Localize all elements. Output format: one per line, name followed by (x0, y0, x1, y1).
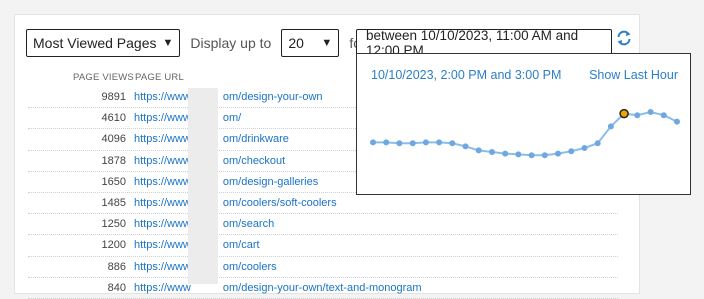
url-end: om/cart (222, 239, 260, 252)
page-url-header[interactable]: PAGE URL (135, 72, 184, 83)
url-start: https://www (134, 133, 191, 146)
url-end: om/drinkware (222, 133, 289, 146)
url-end: om/coolers/soft-coolers (222, 196, 337, 209)
redaction-block (188, 88, 218, 284)
data-point[interactable] (555, 150, 561, 157)
url-end: om/coolers (222, 260, 277, 273)
data-point[interactable] (409, 140, 416, 147)
chevron-down-icon: ▼ (321, 36, 333, 49)
hourly-trend-popup: 10/10/2023, 2:00 PM and 3:00 PM Show Las… (356, 53, 691, 195)
data-point[interactable] (660, 112, 667, 119)
data-point[interactable] (502, 150, 509, 157)
page-views-value: 1878 (101, 154, 126, 167)
table-row: 1250 https://www om/search (28, 214, 618, 236)
page-url-link[interactable]: https://www om/design-your-own/text-and-m… (134, 278, 422, 298)
data-point[interactable] (528, 152, 535, 159)
data-point[interactable] (568, 148, 575, 155)
page-views-value: 9891 (101, 91, 126, 103)
report-type-value: Most Viewed Pages (33, 35, 157, 51)
display-up-to-label: Display up to (190, 35, 272, 51)
data-point[interactable] (475, 147, 482, 154)
url-start: https://www (134, 260, 191, 273)
count-select[interactable]: 20 ▼ (281, 29, 340, 57)
data-point[interactable] (489, 149, 495, 155)
data-point[interactable] (396, 140, 403, 147)
hourly-trend-sparkline (370, 108, 680, 159)
page-url-link[interactable]: https://www om/design-your-own (134, 87, 323, 107)
page-views-value: 4096 (101, 133, 126, 146)
chevron-down-icon: ▼ (162, 36, 174, 49)
url-end: om/design-your-own/text-and-monogram (222, 281, 422, 294)
url-end: om/ (222, 112, 242, 125)
url-start: https://www (134, 154, 191, 167)
highlighted-point[interactable] (619, 108, 629, 119)
page-views-value: 1485 (101, 196, 126, 209)
refresh-icon[interactable] (615, 29, 633, 47)
url-start: https://www (134, 91, 191, 103)
page-url-link[interactable]: https://www om/coolers/soft-coolers (134, 193, 337, 213)
page-views-value: 1250 (101, 218, 126, 231)
url-end: om/design-your-own (222, 91, 323, 103)
table-row: 1200 https://www om/cart (28, 235, 618, 257)
page-views-value: 4610 (101, 112, 126, 125)
page-views-header[interactable]: PAGE VIEWS (73, 72, 134, 83)
page-views-value: 1200 (101, 239, 126, 252)
data-point[interactable] (634, 112, 641, 119)
url-start: https://www (134, 196, 191, 209)
page-url-link[interactable]: https://www om/design-galleries (134, 172, 318, 192)
table-row: 1485 https://www om/coolers/soft-coolers (28, 193, 618, 215)
data-point[interactable] (383, 139, 390, 146)
data-point[interactable] (541, 152, 548, 159)
url-start: https://www (134, 112, 191, 125)
table-row: 886 https://www om/coolers (28, 257, 618, 278)
report-type-select[interactable]: Most Viewed Pages ▼ (26, 29, 181, 57)
data-point[interactable] (462, 143, 469, 150)
data-point[interactable] (607, 123, 614, 130)
url-start: https://www (134, 281, 191, 294)
page-views-value: 886 (107, 260, 126, 273)
data-point[interactable] (449, 140, 456, 147)
data-point[interactable] (515, 151, 522, 158)
data-point[interactable] (422, 139, 429, 146)
url-end: om/search (222, 218, 275, 231)
data-point[interactable] (674, 118, 680, 125)
data-point[interactable] (370, 139, 376, 146)
url-end: om/design-galleries (222, 175, 319, 188)
count-value: 20 (288, 35, 304, 51)
table-row: 840 https://www om/design-your-own/text-a… (28, 278, 618, 299)
url-start: https://www (134, 175, 191, 188)
data-point[interactable] (581, 145, 588, 151)
data-point[interactable] (647, 109, 654, 115)
url-end: om/checkout (222, 154, 286, 167)
trend-line (373, 110, 678, 157)
url-start: https://www (134, 218, 191, 231)
data-point[interactable] (436, 139, 443, 146)
url-start: https://www (134, 239, 191, 252)
page-views-value: 1650 (101, 175, 126, 188)
data-point[interactable] (594, 140, 601, 147)
report-controls: Most Viewed Pages ▼ Display up to 20 ▼ f… (26, 29, 394, 57)
page-views-value: 840 (107, 281, 126, 294)
